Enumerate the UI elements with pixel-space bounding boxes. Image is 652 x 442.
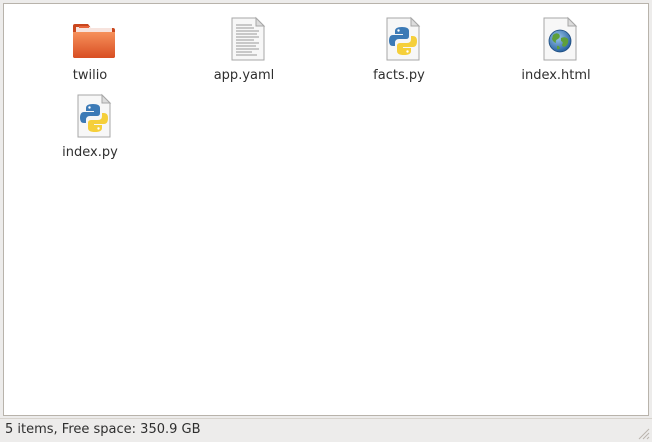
status-text: 5 items, Free space: 350.9 GB xyxy=(5,422,201,437)
folder-icon xyxy=(70,15,118,63)
file-label: index.py xyxy=(62,145,118,160)
python-file-icon xyxy=(70,92,118,140)
status-bar: 5 items, Free space: 350.9 GB xyxy=(0,418,652,442)
resize-grip-icon[interactable] xyxy=(636,426,650,440)
file-label: facts.py xyxy=(373,68,425,83)
file-manager-window: twilio app.yaml facts.py index.html inde… xyxy=(0,0,652,442)
file-label: index.html xyxy=(521,68,591,83)
file-item-index-html[interactable]: index.html xyxy=(501,11,611,83)
text-file-icon xyxy=(224,15,272,63)
file-label: app.yaml xyxy=(213,68,275,83)
python-file-icon xyxy=(379,15,427,63)
file-item-app-yaml[interactable]: app.yaml xyxy=(189,11,299,83)
file-item-facts-py[interactable]: facts.py xyxy=(344,11,454,83)
file-item-twilio[interactable]: twilio xyxy=(35,11,145,83)
html-file-icon xyxy=(536,15,584,63)
file-label: twilio xyxy=(72,68,108,83)
file-item-index-py[interactable]: index.py xyxy=(35,88,145,160)
icon-grid: twilio app.yaml facts.py index.html inde… xyxy=(4,4,648,415)
file-view[interactable]: twilio app.yaml facts.py index.html inde… xyxy=(3,3,649,416)
